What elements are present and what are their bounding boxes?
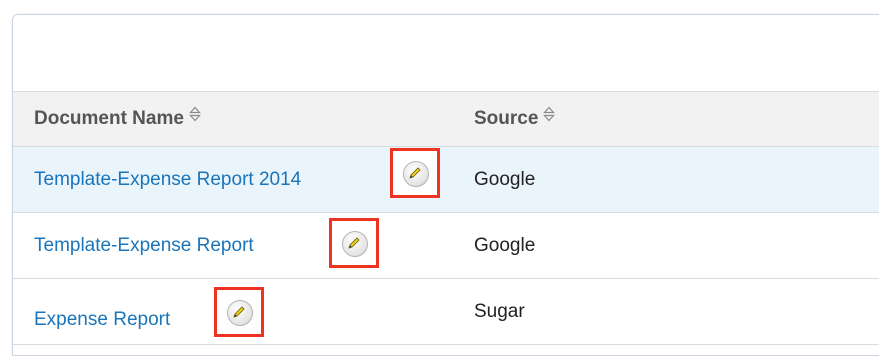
edit-button[interactable] [329, 218, 379, 268]
column-header-source[interactable]: Source [474, 90, 556, 146]
pencil-icon [409, 167, 421, 179]
source-cell: Sugar [474, 301, 525, 322]
source-cell: Google [474, 235, 536, 256]
table-header: Document Name Source [13, 92, 879, 147]
pencil-icon [233, 306, 245, 318]
column-header-label: Document Name [34, 108, 184, 130]
documents-list-panel: Document Name Source Template-Expense Re… [12, 14, 879, 356]
column-header-document-name[interactable]: Document Name [34, 92, 201, 146]
edit-button[interactable] [390, 148, 440, 198]
document-name-link[interactable]: Expense Report [34, 309, 170, 330]
document-name-cell: Expense Report [34, 287, 170, 352]
sort-both-icon[interactable] [543, 90, 556, 144]
table-row[interactable]: Expense Report Sugar [13, 279, 879, 345]
column-header-label: Source [474, 108, 539, 130]
document-name-link[interactable]: Template-Expense Report 2014 [34, 169, 301, 190]
document-name-cell: Template-Expense Report 2014 [34, 147, 301, 212]
table-row[interactable]: Template-Expense Report Google [13, 213, 879, 279]
table-row[interactable]: Template-Expense Report 2014 Google [13, 147, 879, 213]
document-name-cell: Template-Expense Report [34, 213, 254, 278]
list-toolbar [13, 15, 879, 92]
source-cell: Google [474, 169, 536, 190]
document-name-link[interactable]: Template-Expense Report [34, 235, 254, 256]
sort-both-icon[interactable] [189, 90, 201, 144]
edit-button[interactable] [214, 287, 264, 337]
pencil-icon [348, 237, 360, 249]
